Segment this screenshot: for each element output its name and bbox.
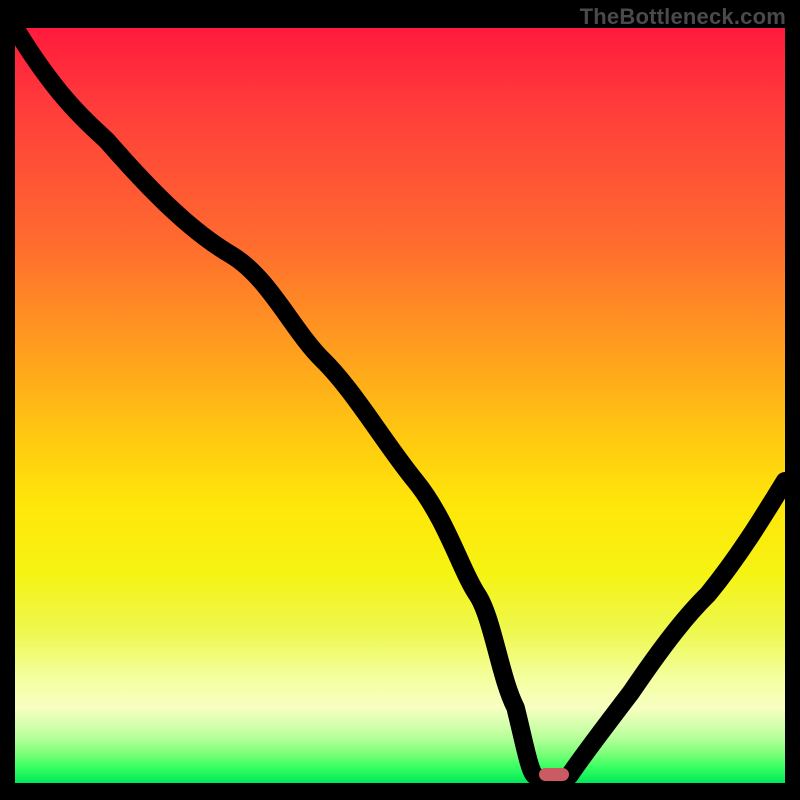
watermark-text: TheBottleneck.com xyxy=(580,4,786,30)
plot-area xyxy=(15,28,785,783)
optimal-marker xyxy=(539,768,569,781)
chart-frame: TheBottleneck.com xyxy=(0,0,800,800)
gradient-background xyxy=(15,28,785,783)
